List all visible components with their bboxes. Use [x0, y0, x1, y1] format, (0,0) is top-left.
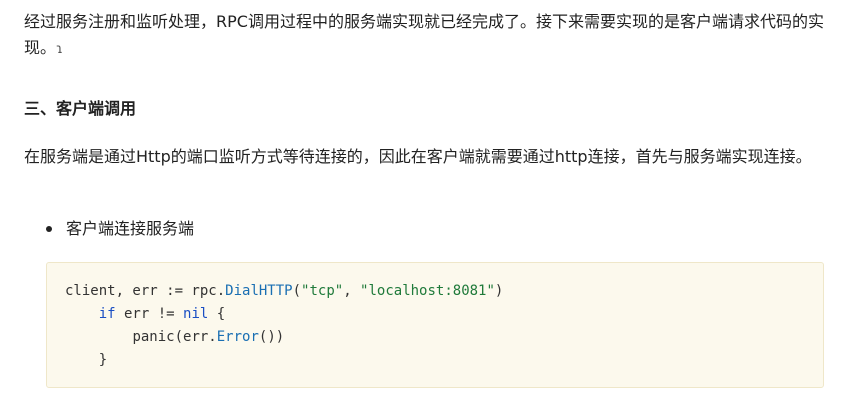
- intro-paragraph: 经过服务注册和监听处理，RPC调用过程中的服务端实现就已经完成了。接下来需要实现…: [24, 9, 836, 63]
- code-line-1: client, err := rpc.DialHTTP("tcp", "loca…: [65, 283, 504, 299]
- code-line-3: panic(err.Error()): [132, 329, 285, 345]
- code-line-4: }: [98, 352, 108, 368]
- text-cursor-icon: ɿ: [56, 42, 63, 57]
- code-block: client, err := rpc.DialHTTP("tcp", "loca…: [46, 262, 824, 388]
- bullet-icon: [46, 226, 52, 232]
- intro-text: 经过服务注册和监听处理，RPC调用过程中的服务端实现就已经完成了。接下来需要实现…: [24, 12, 824, 57]
- list-item: 客户端连接服务端: [46, 216, 194, 242]
- connect-description: 在服务端是通过Http的端口监听方式等待连接的，因此在客户端就需要通过http连…: [24, 147, 812, 166]
- section-heading: 三、客户端调用: [24, 99, 137, 118]
- list-item-label: 客户端连接服务端: [66, 219, 195, 238]
- code-line-2: if err != nil {: [98, 306, 226, 322]
